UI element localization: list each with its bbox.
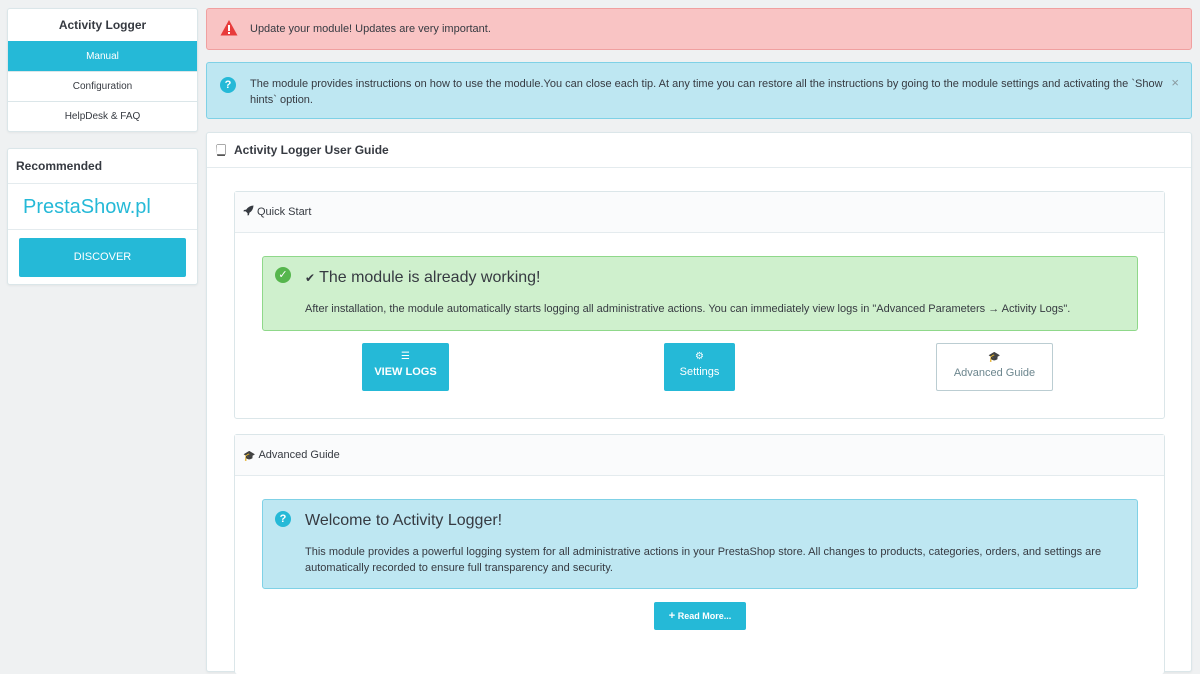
recommended-brand: PrestaShow.pl [8,184,197,230]
welcome-text: This module provides a powerful logging … [305,546,1102,574]
advanced-guide-card: 🎓 Advanced Guide ? Welcome to Activity Lo… [234,434,1165,674]
settings-label: Settings [679,366,720,378]
graduation-cap-icon: 🎓 [988,352,1001,363]
advanced-guide-title: Advanced Guide [258,449,340,461]
read-more-button[interactable]: + Read More... [654,602,746,630]
question-icon: ? [275,511,291,527]
view-logs-label: VIEW LOGS [374,366,437,378]
update-alert: Update your module! Updates are very imp… [206,8,1192,50]
welcome-title: Welcome to Activity Logger! [305,512,503,529]
check-icon: ✔ [305,271,316,285]
check-circle-icon: ✓ [275,267,291,283]
menu-item-configuration[interactable]: Configuration [8,71,197,101]
list-icon: ☰ [401,351,410,362]
recommended-title: Recommended [8,149,197,184]
gear-icon: ⚙ [695,351,704,362]
view-logs-button[interactable]: ☰ VIEW LOGS [362,343,449,391]
question-icon: ? [220,77,236,93]
working-title: ✔ The module is already working! [305,269,541,287]
graduation-cap-icon: 🎓 [243,451,256,462]
rocket-icon [243,205,254,216]
hint-alert: ? The module provides instructions on ho… [206,62,1192,119]
sidebar: Activity Logger Manual Configuration Hel… [7,8,198,285]
read-more-label: Read More... [677,611,732,621]
advanced-guide-header: 🎓 Advanced Guide [235,435,1164,476]
update-alert-text: Update your module! Updates are very imp… [250,23,491,35]
recommended-panel: Recommended PrestaShow.pl DISCOVER [7,148,198,285]
quick-start-card: Quick Start ✓ ✔ The module is already wor… [234,191,1165,419]
quick-start-title: Quick Start [257,206,312,218]
quick-start-header: Quick Start [235,192,1164,233]
settings-button[interactable]: ⚙ Settings [664,343,735,391]
advanced-guide-button[interactable]: 🎓 Advanced Guide [936,343,1053,391]
hint-alert-text: The module provides instructions on how … [250,78,1163,106]
close-icon[interactable]: × [1171,75,1179,90]
discover-button[interactable]: DISCOVER [19,238,186,277]
user-guide-panel: Activity Logger User Guide Quick Start ✓… [206,132,1192,674]
working-success-box: ✓ ✔ The module is already working! After … [262,256,1138,331]
menu-item-manual[interactable]: Manual [8,41,197,71]
advanced-guide-label: Advanced Guide [953,367,1036,379]
warning-icon [220,20,238,36]
menu-item-helpdesk[interactable]: HelpDesk & FAQ [8,101,197,131]
working-title-text: The module is already working! [319,269,541,286]
user-guide-header: Activity Logger User Guide [207,133,1191,168]
welcome-info-box: ? Welcome to Activity Logger! This modul… [262,499,1138,589]
user-guide-title: Activity Logger User Guide [234,143,389,157]
book-icon [216,144,226,156]
module-menu-title: Activity Logger [58,18,147,32]
module-menu: Activity Logger Manual Configuration Hel… [7,8,198,132]
plus-icon: + [668,610,676,622]
working-text: After installation, the module automatic… [305,303,1071,315]
main-content: Update your module! Updates are very imp… [206,8,1192,674]
